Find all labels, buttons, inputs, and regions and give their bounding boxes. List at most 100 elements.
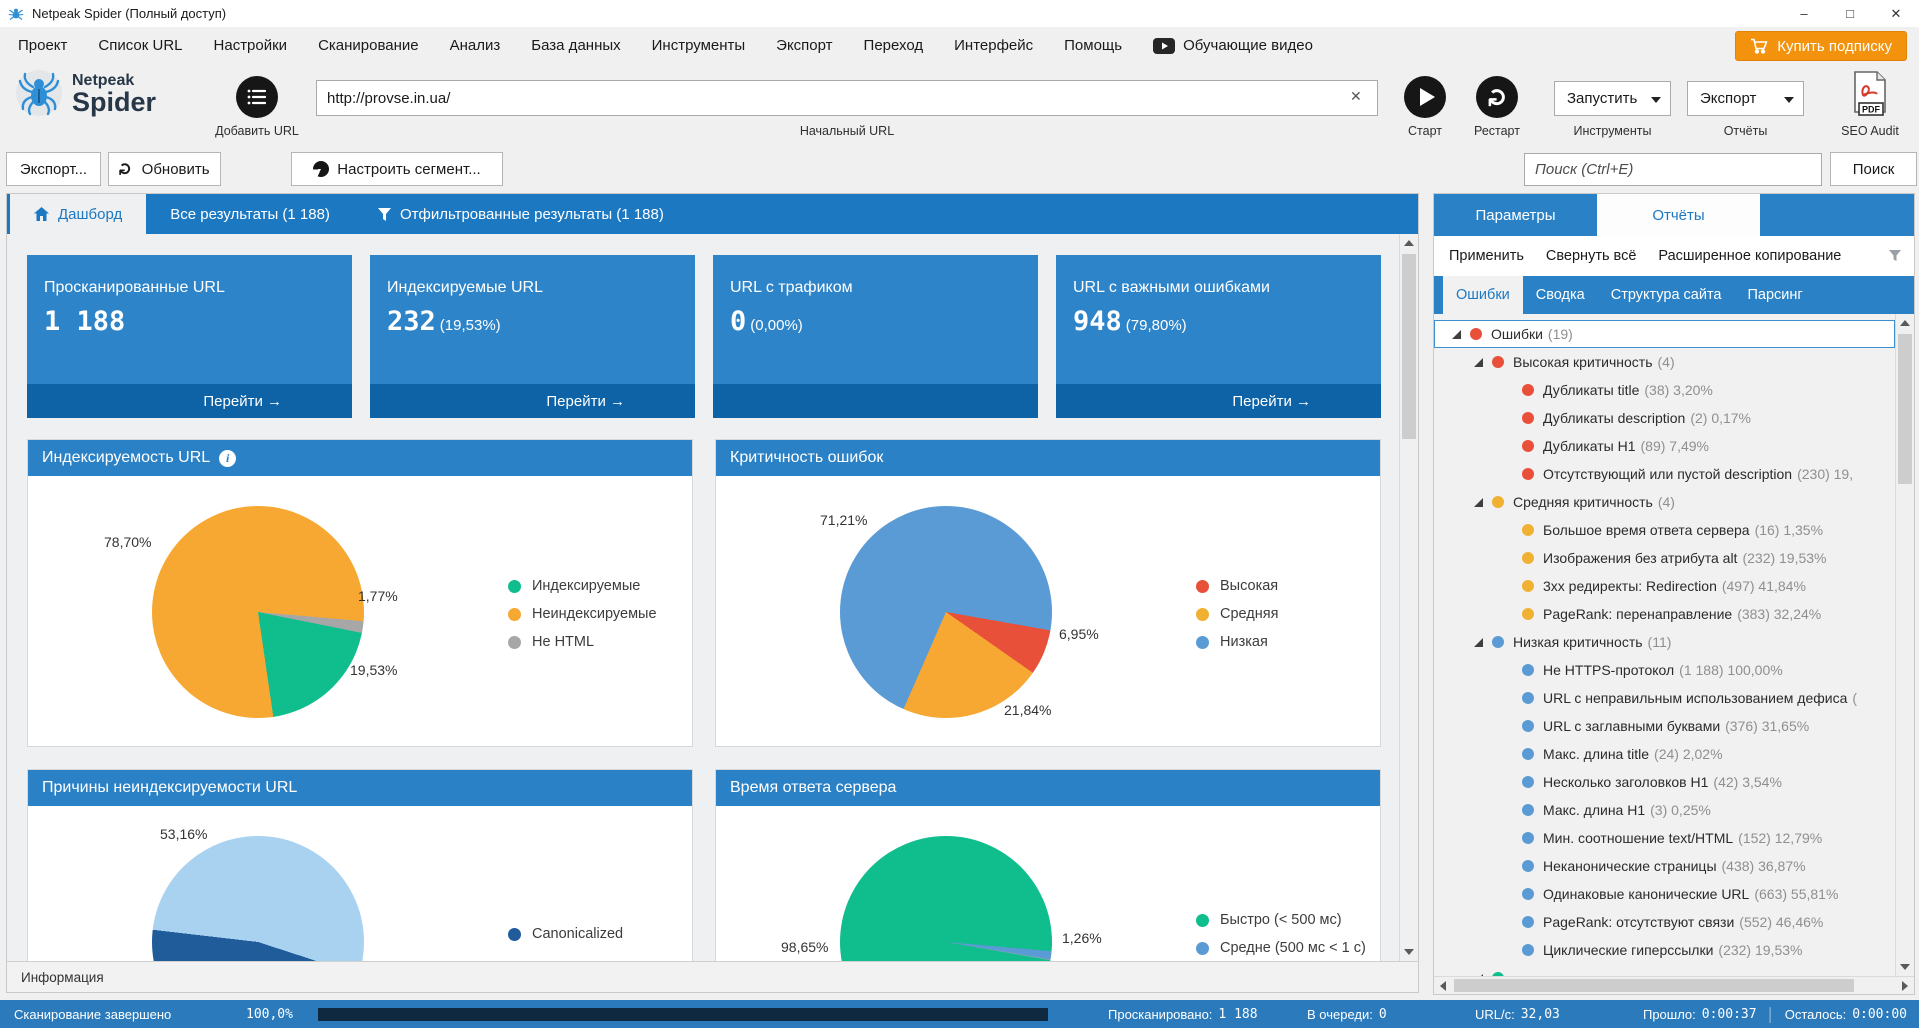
tree-item[interactable]: URL с заглавными буквами(376) 31,65%: [1434, 712, 1895, 740]
maximize-button[interactable]: □: [1827, 0, 1873, 27]
expander-icon[interactable]: [1474, 638, 1483, 647]
tree-item[interactable]: Неканонические страницы(438) 36,87%: [1434, 852, 1895, 880]
menu-item-4[interactable]: Сканирование: [318, 37, 419, 54]
card-goto-button[interactable]: [713, 384, 1038, 418]
tab-filtered-results[interactable]: Отфильтрованные результаты (1 188): [354, 194, 688, 234]
tree-item[interactable]: Мин. соотношение text/HTML(152) 12,79%: [1434, 824, 1895, 852]
initial-url-input[interactable]: [316, 80, 1378, 116]
subtab-1[interactable]: Ошибки: [1443, 276, 1523, 314]
reports-action-3[interactable]: Расширенное копирование: [1658, 248, 1841, 264]
tree-vertical-scrollbar[interactable]: [1895, 314, 1914, 976]
expander-icon[interactable]: [1452, 330, 1461, 339]
tree-item[interactable]: Дубликаты description(2) 0,17%: [1434, 404, 1895, 432]
legend-item: Canonicalized: [508, 920, 623, 948]
tree-item[interactable]: Отсутствующий или пустой description(230…: [1434, 460, 1895, 488]
add-url-button[interactable]: [236, 76, 278, 118]
tree-item[interactable]: [1434, 964, 1895, 976]
separator: │: [1767, 1007, 1775, 1022]
tree-item[interactable]: Высокая критичность(4): [1434, 348, 1895, 376]
legend-label: Неиндексируемые: [532, 606, 657, 622]
scroll-right-icon[interactable]: [1896, 977, 1914, 994]
tree-item[interactable]: Макс. длина H1(3) 0,25%: [1434, 796, 1895, 824]
menu-item-9[interactable]: Переход: [864, 37, 924, 54]
tree-item[interactable]: Макс. длина title(24) 2,02%: [1434, 740, 1895, 768]
close-button[interactable]: ✕: [1873, 0, 1919, 27]
tree-item-meta: (24) 2,02%: [1654, 746, 1722, 762]
tree-item[interactable]: Большое время ответа сервера(16) 1,35%: [1434, 516, 1895, 544]
reports-action-2[interactable]: Свернуть всё: [1546, 248, 1636, 264]
scroll-up-icon[interactable]: [1400, 234, 1418, 252]
card-goto-button[interactable]: Перейти →: [27, 384, 352, 418]
tree-item[interactable]: Несколько заголовков H1(42) 3,54%: [1434, 768, 1895, 796]
filter-icon[interactable]: [1888, 250, 1902, 263]
expander-icon[interactable]: [1474, 358, 1483, 367]
tree-horizontal-scrollbar[interactable]: [1434, 976, 1914, 994]
info-icon[interactable]: i: [219, 450, 236, 467]
legend-item: Быстро (< 500 мс): [1196, 906, 1366, 934]
seo-audit-button[interactable]: PDF: [1851, 71, 1889, 124]
tree-item[interactable]: Средняя критичность(4): [1434, 488, 1895, 516]
search-input[interactable]: [1524, 153, 1822, 186]
tab-all-results[interactable]: Все результаты (1 188): [146, 194, 354, 234]
tree-item-meta: (: [1852, 690, 1857, 706]
subtab-3[interactable]: Структура сайта: [1598, 276, 1735, 314]
scroll-left-icon[interactable]: [1434, 977, 1452, 994]
tree-item[interactable]: Ошибки(19): [1434, 320, 1895, 348]
remaining-label: Осталось:: [1785, 1007, 1847, 1022]
scroll-up-icon[interactable]: [1896, 314, 1914, 332]
menu-item-6[interactable]: База данных: [531, 37, 620, 54]
tree-item[interactable]: Циклические гиперссылки(232) 19,53%: [1434, 936, 1895, 964]
expander-icon[interactable]: [1474, 498, 1483, 507]
reports-action-1[interactable]: Применить: [1449, 248, 1524, 264]
clear-url-icon[interactable]: ✕: [1350, 88, 1362, 105]
scrollbar-thumb[interactable]: [1898, 334, 1912, 484]
minimize-button[interactable]: –: [1781, 0, 1827, 27]
tree-item[interactable]: Дубликаты H1(89) 7,49%: [1434, 432, 1895, 460]
tree-item[interactable]: Дубликаты title(38) 3,20%: [1434, 376, 1895, 404]
tree-item[interactable]: Низкая критичность(11): [1434, 628, 1895, 656]
scrollbar-thumb[interactable]: [1454, 979, 1854, 992]
menu-item-10[interactable]: Интерфейс: [954, 37, 1033, 54]
menu-item-7[interactable]: Инструменты: [652, 37, 746, 54]
tree-item[interactable]: 3xx редиректы: Redirection(497) 41,84%: [1434, 572, 1895, 600]
dashboard-vertical-scrollbar[interactable]: [1399, 234, 1418, 961]
chart-error-criticality: Критичность ошибок 71,21%6,95%21,84%Высо…: [715, 439, 1381, 747]
tree-item[interactable]: PageRank: перенаправление(383) 32,24%: [1434, 600, 1895, 628]
menu-item-3[interactable]: Настройки: [214, 37, 288, 54]
menu-item-2[interactable]: Список URL: [98, 37, 182, 54]
refresh-button[interactable]: ↻ Обновить: [108, 152, 221, 186]
card-goto-button[interactable]: Перейти →: [1056, 384, 1381, 418]
tab-parameters[interactable]: Параметры: [1434, 194, 1597, 236]
scrollbar-thumb[interactable]: [1402, 254, 1416, 439]
configure-segment-button[interactable]: Настроить сегмент...: [291, 152, 503, 186]
menu-item-1[interactable]: Проект: [18, 37, 67, 54]
reports-export-dropdown[interactable]: Экспорт: [1687, 81, 1804, 116]
tab-dashboard[interactable]: Дашборд: [10, 194, 146, 234]
search-button[interactable]: Поиск: [1830, 152, 1917, 186]
subtab-4[interactable]: Парсинг: [1735, 276, 1816, 314]
menu-item-8[interactable]: Экспорт: [776, 37, 832, 54]
tree-item[interactable]: Одинаковые канонические URL(663) 55,81%: [1434, 880, 1895, 908]
start-button[interactable]: [1404, 76, 1446, 118]
tree-item[interactable]: Изображения без атрибута alt(232) 19,53%: [1434, 544, 1895, 572]
menu-item-11[interactable]: Помощь: [1064, 37, 1122, 54]
action-toolbar: Экспорт... ↻ Обновить Настроить сегмент.…: [0, 148, 1919, 191]
menu-item-training-videos[interactable]: Обучающие видео: [1153, 37, 1313, 54]
export-button[interactable]: Экспорт...: [6, 152, 101, 186]
subtab-2[interactable]: Сводка: [1523, 276, 1598, 314]
scroll-down-icon[interactable]: [1400, 943, 1418, 961]
card-number: 0: [730, 306, 746, 337]
legend-dot: [1196, 580, 1209, 593]
card-goto-button[interactable]: Перейти →: [370, 384, 695, 418]
tools-dropdown[interactable]: Запустить: [1554, 81, 1671, 116]
tree-item-meta: (4): [1658, 354, 1675, 370]
tree-item[interactable]: Не HTTPS-протокол(1 188) 100,00%: [1434, 656, 1895, 684]
menu-item-5[interactable]: Анализ: [450, 37, 501, 54]
tree-item[interactable]: PageRank: отсутствуют связи(552) 46,46%: [1434, 908, 1895, 936]
scroll-down-icon[interactable]: [1896, 958, 1914, 976]
tree-item[interactable]: URL с неправильным использованием дефиса…: [1434, 684, 1895, 712]
netpeak-spider-logo: Netpeak Spider: [14, 68, 156, 118]
tab-reports[interactable]: Отчёты: [1597, 194, 1760, 236]
restart-button[interactable]: ↻: [1476, 76, 1518, 118]
buy-subscription-button[interactable]: Купить подписку: [1735, 31, 1907, 61]
